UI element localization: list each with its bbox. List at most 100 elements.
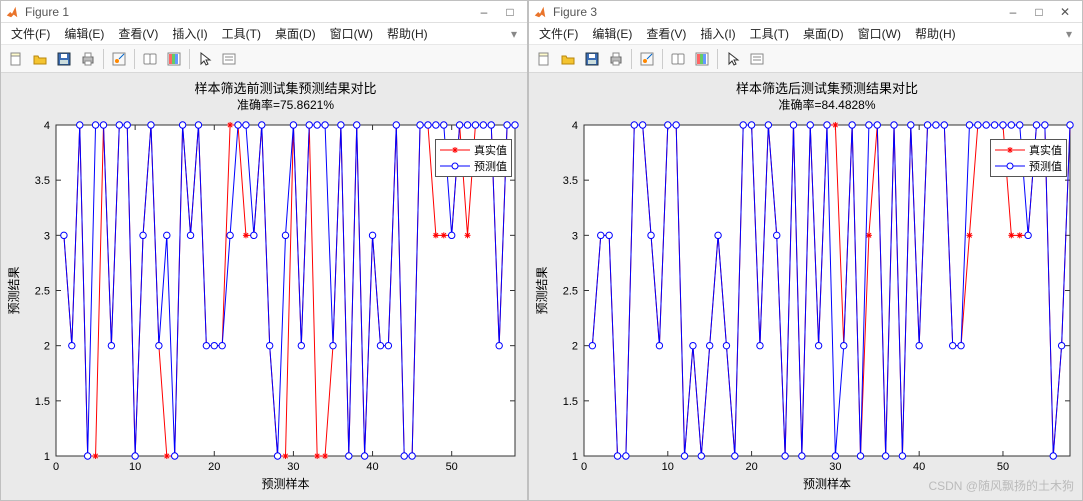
- close-button[interactable]: ✕: [1052, 2, 1078, 22]
- figure-window: Figure 3 –□✕文件(F)编辑(E)查看(V)插入(I)工具(T)桌面(…: [528, 0, 1083, 501]
- svg-text:0: 0: [53, 461, 59, 473]
- chart-title: 样本筛选前测试集预测结果对比: [194, 81, 376, 96]
- toolbar: [1, 45, 527, 73]
- svg-text:30: 30: [829, 461, 841, 473]
- menu-item-3[interactable]: 插入(I): [694, 23, 741, 44]
- svg-text:3: 3: [572, 230, 578, 242]
- window-title: Figure 3: [553, 5, 597, 19]
- minimize-button[interactable]: –: [1000, 2, 1026, 22]
- menu-item-1[interactable]: 编辑(E): [586, 23, 638, 44]
- open-folder-icon[interactable]: [557, 48, 579, 70]
- svg-text:1.5: 1.5: [563, 396, 578, 408]
- menu-item-7[interactable]: 帮助(H): [381, 23, 434, 44]
- svg-text:2.5: 2.5: [563, 286, 578, 298]
- save-icon[interactable]: [53, 48, 75, 70]
- plot-area[interactable]: 样本筛选前测试集预测结果对比准确率=75.8621%11.522.533.540…: [1, 73, 527, 500]
- plot-area[interactable]: 样本筛选后测试集预测结果对比准确率=84.4828% 1 1.5 2 2.5 3 3.5 40…: [529, 73, 1082, 500]
- svg-text:3: 3: [44, 230, 50, 242]
- svg-text:2: 2: [572, 341, 578, 353]
- menu-item-0[interactable]: 文件(F): [533, 23, 584, 44]
- menu-item-4[interactable]: 工具(T): [744, 23, 795, 44]
- matlab-logo-icon: [5, 5, 19, 19]
- new-file-icon[interactable]: [5, 48, 27, 70]
- menu-more-icon[interactable]: ▾: [505, 25, 523, 43]
- svg-text:20: 20: [208, 461, 220, 473]
- menu-item-0[interactable]: 文件(F): [5, 23, 56, 44]
- data-cursor-icon[interactable]: [636, 48, 658, 70]
- svg-text:3.5: 3.5: [35, 175, 50, 187]
- menu-item-2[interactable]: 查看(V): [640, 23, 692, 44]
- toolbar-separator: [189, 49, 190, 69]
- toolbar-separator: [717, 49, 718, 69]
- chart-subtitle: 准确率=75.8621%: [237, 97, 334, 112]
- menu-item-4[interactable]: 工具(T): [216, 23, 267, 44]
- window-title: Figure 1: [25, 5, 69, 19]
- svg-text:50: 50: [446, 461, 458, 473]
- new-file-icon[interactable]: [533, 48, 555, 70]
- insert-colorbar-icon[interactable]: [691, 48, 713, 70]
- svg-text:10: 10: [129, 461, 141, 473]
- legend[interactable]: 真实值 预测值: [435, 139, 512, 177]
- svg-text:40: 40: [913, 461, 925, 473]
- print-icon[interactable]: [605, 48, 627, 70]
- menu-item-5[interactable]: 桌面(D): [797, 23, 850, 44]
- properties-icon[interactable]: [218, 48, 240, 70]
- menu-item-1[interactable]: 编辑(E): [58, 23, 110, 44]
- svg-text:1.5: 1.5: [35, 396, 50, 408]
- menubar: 文件(F)编辑(E)查看(V)插入(I)工具(T)桌面(D)窗口(W)帮助(H)…: [1, 23, 527, 45]
- svg-text:50: 50: [997, 461, 1009, 473]
- matlab-logo-icon: [533, 5, 547, 19]
- print-icon[interactable]: [77, 48, 99, 70]
- legend-item-real: 真实值: [440, 142, 507, 158]
- pointer-icon[interactable]: [194, 48, 216, 70]
- save-icon[interactable]: [581, 48, 603, 70]
- legend-label-real: 真实值: [474, 142, 507, 158]
- menu-item-7[interactable]: 帮助(H): [909, 23, 962, 44]
- link-icon[interactable]: [667, 48, 689, 70]
- toolbar-separator: [631, 49, 632, 69]
- toolbar: [529, 45, 1082, 73]
- toolbar-separator: [134, 49, 135, 69]
- menu-item-3[interactable]: 插入(I): [166, 23, 213, 44]
- svg-text:40: 40: [366, 461, 378, 473]
- legend-label-pred: 预测值: [474, 158, 507, 174]
- svg-text:2.5: 2.5: [35, 286, 50, 298]
- menu-item-5[interactable]: 桌面(D): [269, 23, 322, 44]
- toolbar-separator: [103, 49, 104, 69]
- svg-text:1: 1: [572, 451, 578, 463]
- maximize-button[interactable]: □: [1026, 2, 1052, 22]
- legend-item-pred: 预测值: [440, 158, 507, 174]
- y-axis-label: 预测结果: [535, 266, 549, 314]
- link-icon[interactable]: [139, 48, 161, 70]
- titlebar[interactable]: Figure 1 –□: [1, 1, 527, 23]
- y-axis-label: 预测结果: [7, 266, 21, 314]
- legend-item-pred: 预测值: [995, 158, 1062, 174]
- insert-colorbar-icon[interactable]: [163, 48, 185, 70]
- minimize-button[interactable]: –: [471, 2, 497, 22]
- svg-text:3.5: 3.5: [563, 175, 578, 187]
- maximize-button[interactable]: □: [497, 2, 523, 22]
- data-cursor-icon[interactable]: [108, 48, 130, 70]
- x-axis-label: 预测样本: [803, 476, 851, 491]
- svg-text:20: 20: [745, 461, 757, 473]
- titlebar[interactable]: Figure 3 –□✕: [529, 1, 1082, 23]
- menu-item-6[interactable]: 窗口(W): [852, 23, 907, 44]
- chart-title: 样本筛选后测试集预测结果对比: [736, 81, 918, 96]
- svg-text:0: 0: [581, 461, 587, 473]
- menu-more-icon[interactable]: ▾: [1060, 25, 1078, 43]
- menu-item-6[interactable]: 窗口(W): [324, 23, 379, 44]
- pointer-icon[interactable]: [722, 48, 744, 70]
- svg-text:2: 2: [44, 341, 50, 353]
- menu-item-2[interactable]: 查看(V): [112, 23, 164, 44]
- svg-text:1: 1: [44, 451, 50, 463]
- legend[interactable]: 真实值 预测值: [990, 139, 1067, 177]
- svg-text:30: 30: [287, 461, 299, 473]
- legend-label-real: 真实值: [1029, 142, 1062, 158]
- x-axis-label: 预测样本: [261, 476, 309, 491]
- properties-icon[interactable]: [746, 48, 768, 70]
- svg-text:4: 4: [44, 120, 50, 132]
- figure-window: Figure 1 –□文件(F)编辑(E)查看(V)插入(I)工具(T)桌面(D…: [0, 0, 528, 501]
- toolbar-separator: [662, 49, 663, 69]
- open-folder-icon[interactable]: [29, 48, 51, 70]
- chart-subtitle: 准确率=84.4828%: [778, 97, 875, 112]
